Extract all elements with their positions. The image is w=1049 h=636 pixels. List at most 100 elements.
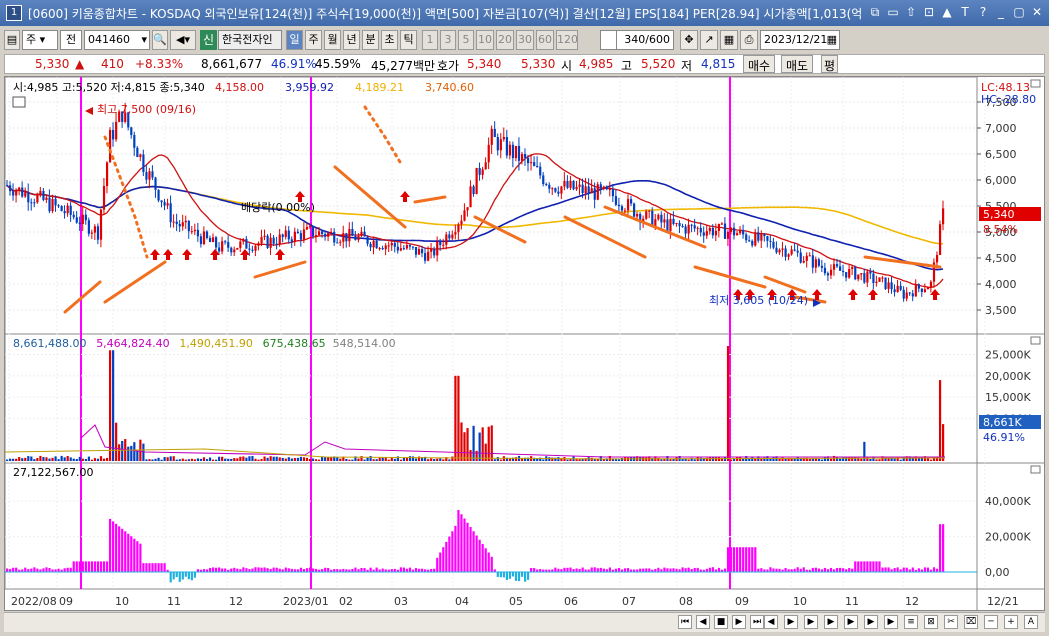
status-button-14[interactable]: ✂ (944, 615, 958, 629)
save-icon[interactable]: ▦ (720, 30, 738, 50)
period-unit-select[interactable]: 주 ▾ (22, 30, 58, 50)
sound-icon[interactable]: ◀▾ (170, 30, 196, 50)
candle-body (224, 241, 227, 243)
volume-bar (78, 456, 81, 461)
chart-area[interactable]: 7,500 7,000 6,500 6,000 5,500 5,000 4,500 4,000… (4, 76, 1045, 611)
chart-canvas[interactable]: 7,5007,0006,5006,0005,5005,0004,5004,000… (4, 76, 1044, 610)
volume-value-0: 8,661,488.00 (13, 337, 86, 350)
indicator-bar (208, 567, 212, 572)
status-button-4[interactable]: ⏭ (750, 615, 764, 629)
indicator-bar (938, 524, 942, 572)
volume-bar (193, 459, 197, 461)
window-button-1[interactable]: ▭ (885, 4, 901, 21)
date-input[interactable]: 2023/12/21 ▦ (760, 30, 840, 50)
candle-body (405, 245, 409, 249)
volume-bar (660, 459, 663, 461)
volume-bar (299, 456, 303, 461)
indicator-bar (932, 567, 936, 572)
period-tab-3[interactable]: 년 (343, 30, 360, 50)
interval-tab-4[interactable]: 20 (496, 30, 514, 50)
status-button-2[interactable]: ■ (714, 615, 728, 629)
candle-body (184, 220, 187, 223)
indicator-bar (327, 567, 330, 572)
period-tab-1[interactable]: 주 (305, 30, 322, 50)
candle-body (572, 180, 575, 190)
status-button-16[interactable]: ─ (984, 615, 998, 629)
period-tab-2[interactable]: 월 (324, 30, 341, 50)
indicator-bar (254, 567, 257, 572)
status-button-7[interactable]: ▶ (804, 615, 818, 629)
volume-bar (839, 458, 842, 461)
interval-tab-0[interactable]: 1 (422, 30, 438, 50)
candle-body (478, 167, 481, 175)
interval-tab-3[interactable]: 10 (476, 30, 494, 50)
interval-tab-6[interactable]: 60 (536, 30, 554, 50)
window-button-0[interactable]: ⧉ (867, 4, 883, 21)
interval-tab-5[interactable]: 30 (516, 30, 534, 50)
crosshair-icon[interactable]: ↗ (700, 30, 718, 50)
candle-body (18, 187, 21, 191)
status-button-17[interactable]: + (1004, 615, 1018, 629)
indicator-bar (866, 561, 869, 572)
period-tab-5[interactable]: 초 (381, 30, 398, 50)
data-count[interactable]: 340/600 (616, 30, 674, 50)
indicator-bar (911, 567, 914, 572)
status-button-18[interactable]: A (1024, 615, 1038, 629)
jeon-button[interactable]: 전 (60, 30, 82, 50)
candle-body (336, 242, 339, 244)
stock-code-input[interactable]: 041460 ▾ (84, 30, 150, 50)
window-number[interactable]: 1 (6, 5, 22, 21)
status-button-13[interactable]: ⊠ (924, 615, 938, 629)
window-button-7[interactable]: _ (993, 4, 1009, 21)
candle-body (793, 249, 796, 251)
status-button-12[interactable]: ≡ (904, 615, 918, 629)
indicator-bar (942, 524, 945, 572)
status-button-10[interactable]: ▶ (864, 615, 878, 629)
window-button-9[interactable]: ✕ (1029, 4, 1045, 21)
period-tab-0[interactable]: 일 (286, 30, 303, 50)
sell-button[interactable]: 매도 (781, 55, 814, 73)
interval-tab-2[interactable]: 5 (458, 30, 474, 50)
indicator-bar (221, 568, 224, 572)
print-icon[interactable]: ⎙ (740, 30, 758, 50)
volume-bar (57, 459, 60, 461)
status-button-11[interactable]: ▶ (884, 615, 898, 629)
toggle-panel-icon[interactable]: ▤ (4, 30, 20, 50)
window-button-6[interactable]: ? (975, 4, 991, 21)
candle-body (202, 231, 206, 245)
status-button-0[interactable]: ⏮ (678, 615, 692, 629)
period-tab-4[interactable]: 분 (362, 30, 379, 50)
window-button-4[interactable]: ▲ (939, 4, 955, 21)
status-button-15[interactable]: ⌧ (964, 615, 978, 629)
low-label: 저 (681, 59, 693, 73)
window-button-3[interactable]: ⊡ (921, 4, 937, 21)
interval-tab-7[interactable]: 120 (556, 30, 578, 50)
indicator-bar (175, 572, 178, 578)
status-button-1[interactable]: ◀ (696, 615, 710, 629)
chart-tools-icon[interactable]: ✥ (680, 30, 698, 50)
status-button-6[interactable]: ▶ (784, 615, 798, 629)
window-button-5[interactable]: T (957, 4, 973, 21)
search-icon[interactable]: 🔍 (152, 30, 168, 50)
candle-body (281, 234, 284, 237)
period-tab-6[interactable]: 틱 (400, 30, 417, 50)
indicator-bar (445, 541, 448, 572)
candle-body (517, 145, 521, 161)
eval-button[interactable]: 평 (821, 55, 839, 73)
window-button-8[interactable]: ▢ (1011, 4, 1027, 21)
window-button-2[interactable]: ⇧ (903, 4, 919, 21)
indicator-bar (593, 567, 596, 572)
volume-bar (51, 457, 54, 461)
status-button-3[interactable]: ▶ (732, 615, 746, 629)
candle-body (130, 127, 133, 135)
volume-bar (769, 458, 772, 461)
status-button-5[interactable]: ◀ (764, 615, 778, 629)
panel-menu-icon (1030, 465, 1041, 474)
volume-bar (9, 458, 12, 461)
interval-tab-1[interactable]: 3 (440, 30, 456, 50)
status-button-9[interactable]: ▶ (844, 615, 858, 629)
indicator-tick-label: 20,000K (985, 531, 1031, 544)
indicator-bar (84, 561, 87, 572)
status-button-8[interactable]: ▶ (824, 615, 838, 629)
buy-button[interactable]: 매수 (743, 55, 776, 73)
